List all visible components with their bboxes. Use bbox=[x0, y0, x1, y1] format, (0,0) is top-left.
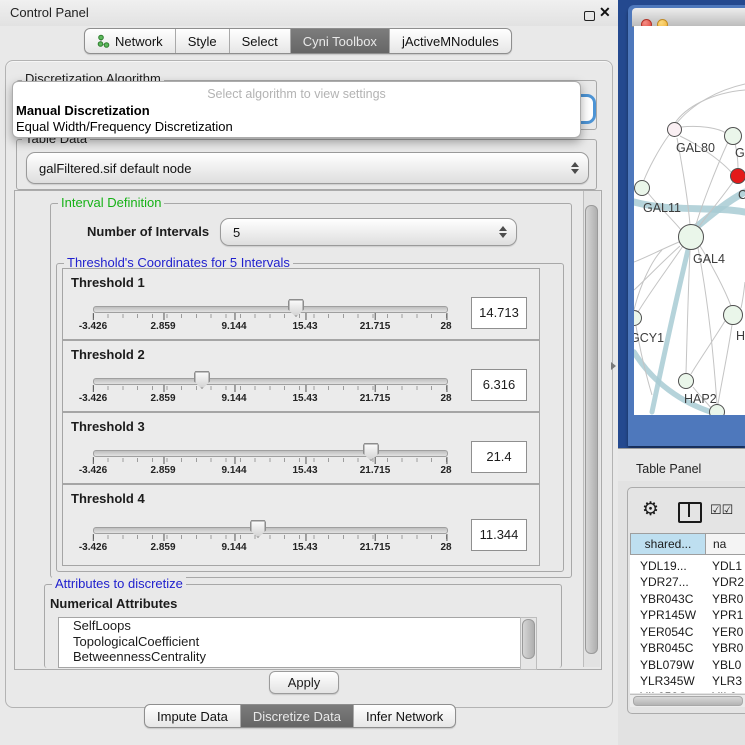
table-panel-title: Table Panel bbox=[636, 462, 701, 476]
node-label-partial: H bbox=[736, 329, 745, 343]
table-row[interactable]: YDR27...YDR2 bbox=[630, 574, 745, 590]
tab-style[interactable]: Style bbox=[176, 29, 230, 53]
popup-option-equal-width[interactable]: Equal Width/Frequency Discretization bbox=[16, 119, 233, 134]
table-hscrollbar-thumb[interactable] bbox=[633, 696, 743, 706]
network-node-gal4[interactable] bbox=[678, 224, 704, 250]
combo-stepper-icon bbox=[571, 153, 579, 183]
threshold-2-block: Threshold 2 -3.426 2.859 9.144 15.43 21.… bbox=[62, 340, 540, 412]
node-label-gcy1: GCY1 bbox=[634, 331, 664, 345]
threshold-1-value-field[interactable]: 14.713 bbox=[471, 297, 527, 329]
node-label-gal80: GAL80 bbox=[676, 141, 715, 155]
threshold-2-value-field[interactable]: 6.316 bbox=[471, 369, 527, 401]
list-item[interactable]: TopologicalCoefficient bbox=[59, 634, 521, 650]
num-intervals-combobox[interactable]: 5 bbox=[220, 218, 517, 246]
tab-infer-network[interactable]: Infer Network bbox=[354, 705, 455, 727]
node-label-partial: C bbox=[738, 188, 745, 202]
node-label-partial: GA bbox=[735, 146, 745, 160]
threshold-3-value-field[interactable]: 21.4 bbox=[471, 441, 527, 473]
table-row[interactable]: YIL052CYIL0 bbox=[630, 689, 745, 693]
threshold-3-block: Threshold 3 -3.426 2.859 9.144 15.43 21.… bbox=[62, 412, 540, 484]
control-panel-tabs: Network Style Select Cyni Toolbox jActiv… bbox=[84, 28, 512, 54]
list-item[interactable]: BetweennessCentrality bbox=[59, 649, 521, 665]
popup-option-manual[interactable]: Manual Discretization bbox=[16, 103, 150, 118]
tab-jactivemnodules[interactable]: jActiveMNodules bbox=[390, 29, 511, 53]
attributes-scrollbar-thumb[interactable] bbox=[522, 619, 535, 659]
gear-icon[interactable]: ⚙ bbox=[642, 498, 659, 521]
network-node[interactable] bbox=[724, 127, 742, 145]
table-row[interactable]: YBR043CYBR0 bbox=[630, 591, 745, 607]
table-row[interactable]: YDL19...YDL1 bbox=[630, 558, 745, 574]
threshold-4-slider-track[interactable] bbox=[93, 527, 448, 534]
tab-cyni-toolbox[interactable]: Cyni Toolbox bbox=[291, 29, 390, 53]
popup-prompt: Select algorithm to view settings bbox=[13, 87, 580, 101]
app-root: Control Panel ✕ Network Style Select Cyn… bbox=[0, 0, 745, 745]
network-icon bbox=[97, 34, 110, 48]
panel-title: Control Panel bbox=[10, 5, 89, 20]
threshold-1-slider-track[interactable] bbox=[93, 306, 448, 313]
interval-definition-label: Interval Definition bbox=[58, 196, 164, 210]
table-row[interactable]: YBL079WYBL0 bbox=[630, 657, 745, 673]
tab-network[interactable]: Network bbox=[85, 29, 176, 53]
tab-select[interactable]: Select bbox=[230, 29, 291, 53]
threshold-3-slider-track[interactable] bbox=[93, 450, 448, 457]
network-canvas[interactable]: GAL80 GA C GAL11 GAL4 GCY1 H HAP2 bbox=[634, 26, 745, 415]
network-node-gal80[interactable] bbox=[667, 122, 682, 137]
table-row[interactable]: YLR345WYLR3 bbox=[630, 673, 745, 689]
network-node-gal11[interactable] bbox=[634, 180, 650, 196]
apply-button[interactable]: Apply bbox=[269, 671, 339, 694]
close-icon[interactable]: ✕ bbox=[599, 4, 611, 21]
viewport-scrollbar-thumb[interactable] bbox=[585, 205, 598, 654]
network-node[interactable] bbox=[723, 305, 743, 325]
num-intervals-label: Number of Intervals bbox=[87, 224, 209, 239]
table-row[interactable]: YBR045CYBR0 bbox=[630, 640, 745, 656]
network-node-hap2[interactable] bbox=[678, 373, 694, 389]
column-view-icon[interactable] bbox=[678, 502, 702, 523]
tab-impute-data[interactable]: Impute Data bbox=[145, 705, 241, 727]
threshold-4-block: Threshold 4 -3.426 2.859 9.144 15.43 21.… bbox=[62, 484, 540, 566]
network-node-red[interactable] bbox=[730, 168, 745, 184]
network-window-titlebar[interactable] bbox=[632, 8, 745, 27]
threshold-2-slider-track[interactable] bbox=[93, 378, 448, 385]
splitter-collapse-arrow[interactable] bbox=[611, 362, 616, 370]
combo-stepper-icon bbox=[499, 219, 507, 245]
numerical-attributes-label: Numerical Attributes bbox=[50, 596, 177, 611]
float-window-icon[interactable] bbox=[584, 11, 595, 21]
threshold-1-block: Threshold 1 -3.426 2.859 9.144 15.43 21.… bbox=[62, 268, 540, 340]
list-item[interactable]: SelfLoops bbox=[59, 618, 521, 634]
node-label-hap2: HAP2 bbox=[684, 392, 717, 406]
table-panel-titlebar: Table Panel bbox=[618, 448, 745, 482]
bottom-tabs: Impute Data Discretize Data Infer Networ… bbox=[144, 704, 456, 728]
node-label-gal4: GAL4 bbox=[693, 252, 725, 266]
control-panel-titlebar: Control Panel ✕ bbox=[0, 0, 618, 26]
tab-network-label: Network bbox=[115, 34, 163, 49]
node-label-gal11: GAL11 bbox=[643, 201, 681, 215]
node-table[interactable]: shared... na YDL19...YDL1 YDR27...YDR2 Y… bbox=[630, 533, 745, 693]
algorithm-popup: Select algorithm to view settings Manual… bbox=[12, 81, 581, 138]
column-header-name[interactable]: na bbox=[705, 533, 745, 555]
table-data-combobox[interactable]: galFiltered.sif default node bbox=[26, 152, 589, 184]
tab-discretize-data[interactable]: Discretize Data bbox=[241, 705, 354, 727]
checkbox-icon[interactable]: ☑☑ bbox=[710, 502, 733, 518]
network-edges bbox=[634, 26, 745, 415]
attributes-list[interactable]: SelfLoops TopologicalCoefficient Between… bbox=[58, 617, 522, 668]
table-row[interactable]: YPR145WYPR1 bbox=[630, 607, 745, 623]
column-header-shared-name[interactable]: shared... bbox=[630, 533, 706, 555]
table-row[interactable]: YER054CYER0 bbox=[630, 624, 745, 640]
threshold-4-value-field[interactable]: 11.344 bbox=[471, 519, 527, 551]
attributes-group-label: Attributes to discretize bbox=[52, 577, 186, 591]
